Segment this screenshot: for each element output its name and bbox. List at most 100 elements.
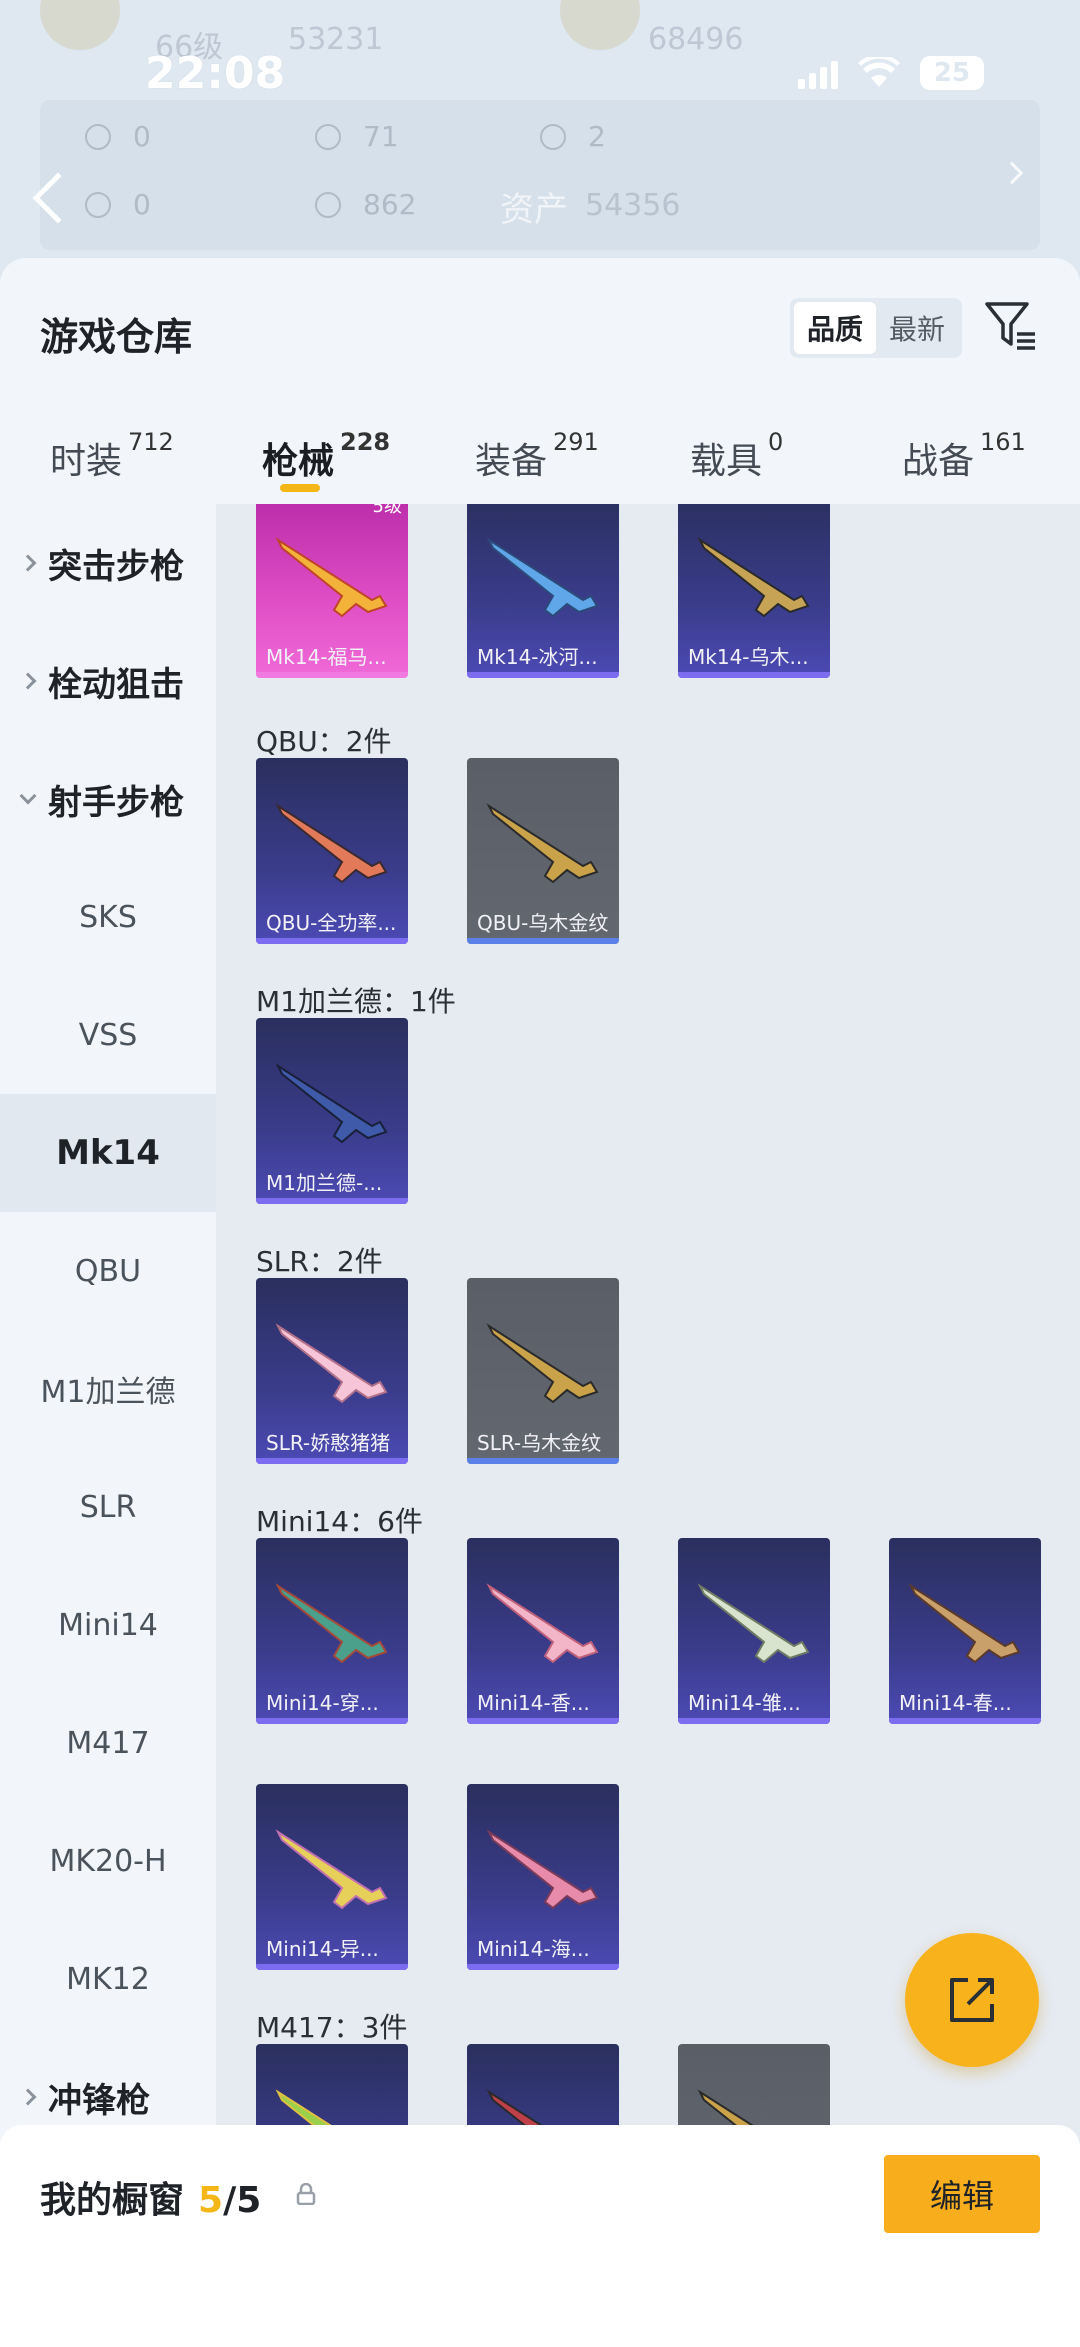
sidebar-item-mini14[interactable]: Mini14 — [0, 1566, 216, 1684]
sort-quality-button[interactable]: 品质 — [794, 302, 876, 354]
showcase-total: /5 — [223, 2180, 262, 2221]
rarity-strip — [256, 1718, 408, 1724]
active-tab-indicator — [280, 484, 320, 492]
group-title-qbu: QBU：2件 — [256, 725, 392, 758]
filter-icon[interactable] — [983, 298, 1039, 354]
sidebar-item-slr[interactable]: SLR — [0, 1448, 216, 1566]
rifle-icon — [486, 537, 599, 618]
item-card[interactable]: Mk14-乌木... — [678, 504, 830, 678]
rarity-strip — [678, 672, 830, 678]
signal-icon — [798, 57, 838, 89]
rifle-icon — [275, 537, 388, 618]
sidebar-item-mk20h[interactable]: MK20-H — [0, 1802, 216, 1920]
item-name: Mini14-香... — [477, 1691, 590, 1715]
sort-newest-button[interactable]: 最新 — [876, 302, 958, 354]
sidebar-item-sks[interactable]: SKS — [0, 858, 216, 976]
sidebar-item-assault-rifles[interactable]: 突击步枪 — [0, 504, 216, 622]
item-card[interactable]: Mini14-香... — [467, 1538, 619, 1724]
rifle-icon — [697, 537, 810, 618]
rifle-icon — [275, 1583, 388, 1664]
item-card[interactable]: QBU-全功率... — [256, 758, 408, 944]
edit-button[interactable]: 编辑 — [884, 2155, 1040, 2233]
item-name: SLR-乌木金纹 — [477, 1431, 602, 1455]
share-button[interactable] — [905, 1933, 1039, 2067]
page-title: 游戏仓库 — [40, 315, 193, 359]
sidebar-item-bolt-snipers[interactable]: 栓动狙击 — [0, 622, 216, 740]
item-card[interactable]: SLR-娇憨猪猪 — [256, 1278, 408, 1464]
player-score: 68496 — [648, 22, 744, 57]
tab-vehicles[interactable]: 载具 0 — [690, 428, 783, 484]
stat-item: 71 — [315, 120, 399, 153]
item-card[interactable]: 5级 Mk14-福马... — [256, 504, 408, 678]
item-card[interactable]: SLR-乌木金纹 — [467, 1278, 619, 1464]
tab-firearms[interactable]: 枪械 228 — [262, 428, 390, 484]
item-name: Mk14-乌木... — [688, 645, 809, 669]
item-name: Mk14-冰河... — [477, 645, 598, 669]
rarity-strip — [889, 1718, 1041, 1724]
item-card[interactable]: Mini14-春... — [889, 1538, 1041, 1724]
stat-icon — [540, 123, 566, 150]
item-name: Mk14-福马... — [266, 645, 387, 669]
rarity-strip — [467, 672, 619, 678]
rarity-strip — [467, 1718, 619, 1724]
item-name: Mini14-异... — [266, 1937, 379, 1961]
rifle-icon — [486, 1583, 599, 1664]
showcase-label: 我的橱窗 5 /5 — [40, 2171, 261, 2223]
rarity-strip — [467, 1964, 619, 1970]
item-name: Mini14-春... — [899, 1691, 1012, 1715]
sidebar: 突击步枪 栓动狙击 射手步枪 SKS VSS Mk14 QBU M1加兰德 SL… — [0, 504, 216, 2347]
showcase-title: 我的橱窗 — [40, 2180, 185, 2221]
item-name: QBU-全功率... — [266, 911, 397, 935]
avatar — [560, 0, 640, 50]
item-name: SLR-娇憨猪猪 — [266, 1431, 391, 1455]
stat-item: 0 — [85, 120, 151, 153]
item-card[interactable]: Mini14-异... — [256, 1784, 408, 1970]
item-name: QBU-乌木金纹 — [477, 911, 609, 935]
category-tabs: 时装 712 枪械 228 装备 291 载具 0 战备 161 — [0, 408, 1080, 494]
chevron-right-icon — [19, 2088, 37, 2106]
sidebar-item-qbu[interactable]: QBU — [0, 1212, 216, 1330]
sheet-header: 游戏仓库 品质 最新 — [0, 258, 1080, 359]
sidebar-item-mk12[interactable]: MK12 — [0, 1920, 216, 2038]
stat-item: 862 — [315, 188, 416, 221]
rifle-icon — [486, 1323, 599, 1404]
tab-gear[interactable]: 战备 161 — [902, 428, 1026, 484]
status-time: 22:08 — [145, 48, 286, 99]
level-badge: 5级 — [372, 504, 402, 517]
stat-icon — [85, 123, 111, 150]
player-coins: 53231 — [288, 22, 384, 57]
chevron-down-icon — [19, 787, 37, 805]
tab-fashion[interactable]: 时装 712 — [50, 428, 174, 484]
sidebar-item-vss[interactable]: VSS — [0, 976, 216, 1094]
item-card[interactable]: M1加兰德-... — [256, 1018, 408, 1204]
sidebar-item-mk14[interactable]: Mk14 — [0, 1094, 216, 1212]
avatar — [40, 0, 120, 50]
rifle-icon — [486, 1829, 599, 1910]
item-name: Mini14-雏... — [688, 1691, 801, 1715]
tab-equipment[interactable]: 装备 291 — [475, 428, 599, 484]
stat-icon — [315, 123, 341, 150]
item-name: M1加兰德-... — [266, 1171, 383, 1195]
rarity-strip — [467, 1458, 619, 1464]
chevron-right-icon — [19, 672, 37, 690]
wifi-icon — [858, 57, 900, 87]
rarity-strip — [256, 1198, 408, 1204]
item-card[interactable]: QBU-乌木金纹 — [467, 758, 619, 944]
rarity-strip — [256, 672, 408, 678]
group-title-mini14: Mini14：6件 — [256, 1505, 423, 1538]
sidebar-item-m1-garand[interactable]: M1加兰德 — [0, 1330, 216, 1448]
item-card[interactable]: Mini14-雏... — [678, 1538, 830, 1724]
status-icons: 25 — [798, 56, 984, 90]
sidebar-item-marksman-rifles[interactable]: 射手步枪 — [0, 740, 216, 858]
item-card[interactable]: Mk14-冰河... — [467, 504, 619, 678]
sort-toggle: 品质 最新 — [790, 298, 962, 358]
item-card[interactable]: Mini14-穿... — [256, 1538, 408, 1724]
showcase-bar: 我的橱窗 5 /5 编辑 — [0, 2125, 1080, 2347]
sidebar-item-m417[interactable]: M417 — [0, 1684, 216, 1802]
stat-item: 2 — [540, 120, 606, 153]
showcase-count: 5 — [198, 2180, 224, 2221]
rarity-strip — [467, 938, 619, 944]
item-name: Mini14-海... — [477, 1937, 590, 1961]
rarity-strip — [256, 938, 408, 944]
item-card[interactable]: Mini14-海... — [467, 1784, 619, 1970]
